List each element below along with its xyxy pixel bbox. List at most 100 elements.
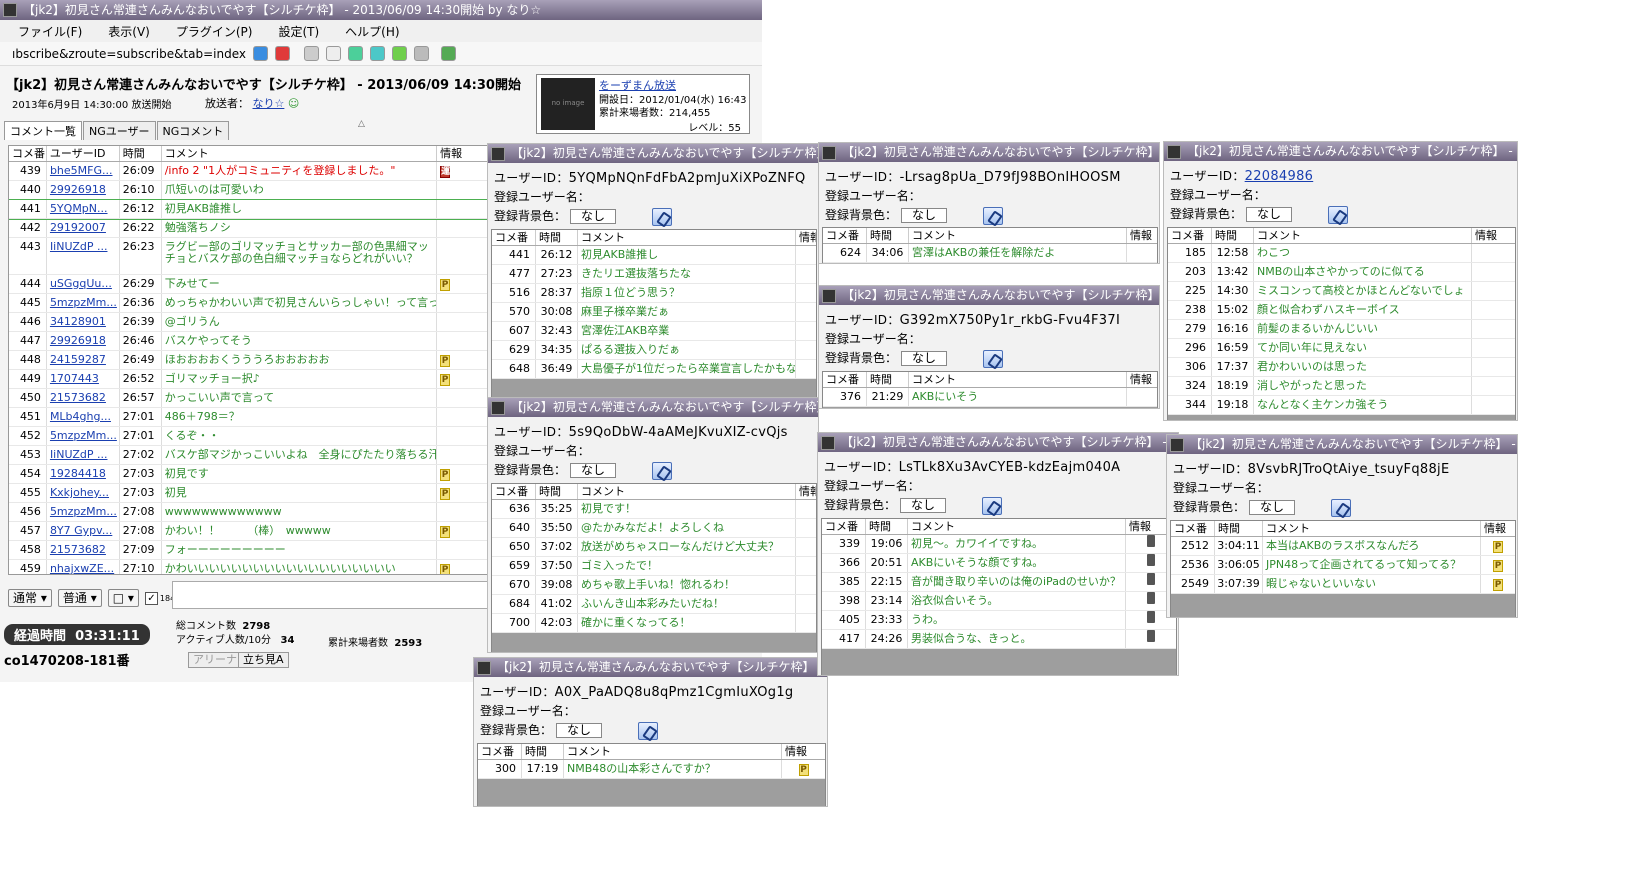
ok-icon[interactable] [392,46,407,61]
table-row[interactable]: 457 8Y7 Gypv... 27:08 かわい！！ （棒） wwwww P [9,522,487,541]
col-time[interactable]: 時間 [866,519,908,534]
user-id-link[interactable]: 5YQMpN... [50,202,108,215]
menu-help[interactable]: ヘルプ(H) [345,23,399,40]
user-id-link[interactable]: IiNUZdP ... [50,448,108,461]
col-info[interactable]: 情報 [1127,372,1157,387]
table-row[interactable]: 516 28:37 指原１位どう思う？ [492,284,816,303]
col-comment[interactable]: コメント [578,230,796,245]
bg-select[interactable]: なし [570,463,617,478]
table-row[interactable]: 2512 3:04:11 本当はAKBのラスボスなんだろ P [1171,537,1515,556]
tab-ng-comments[interactable]: NGコメント [156,121,230,140]
col-info[interactable]: 情報 [1481,521,1515,536]
table-row[interactable]: 405 23:33 うわ。 [822,611,1176,630]
table-row[interactable]: 296 16:59 てか同い年に見えない [1168,339,1515,358]
menu-plugin[interactable]: プラグイン(P) [176,23,253,40]
user-id-link[interactable]: 29926918 [50,334,106,347]
table-row[interactable]: 306 17:37 君かわいいのは思った [1168,358,1515,377]
row-user-id[interactable]: 29926918 [47,181,120,199]
wrench-icon[interactable] [983,206,1004,225]
col-no[interactable]: コメ番 [478,744,522,759]
standing-button[interactable]: 立ち見A [238,652,289,668]
table-row[interactable]: 376 21:29 AKBにいそう [823,388,1157,407]
menu-settings[interactable]: 設定(T) [278,23,319,40]
table-row[interactable]: 185 12:58 わこつ [1168,244,1515,263]
table-row[interactable]: 398 23:14 浴衣似合いそう。 [822,592,1176,611]
bg-select[interactable]: なし [570,209,617,224]
table-row[interactable]: 670 39:08 めちゃ歌上手いね！惚れるわ！ [492,576,816,595]
col-no[interactable]: コメ番 [1171,521,1215,536]
table-row[interactable]: 225 14:30 ミスコンって高校とかほとんどないでしょ [1168,282,1515,301]
col-time[interactable]: 時間 [120,146,162,161]
table-row[interactable]: 440 29926918 26:10 爪短いのは可愛いわ [9,181,487,200]
table-row[interactable]: 203 13:42 NMBの山本さやかってのに似てる [1168,263,1515,282]
row-user-id[interactable]: 5mzpzMm... [47,503,120,521]
table-row[interactable]: 442 29192007 26:22 勉強落ちノシ [9,219,487,238]
bg-select[interactable]: なし [556,723,603,738]
col-time[interactable]: 時間 [536,484,578,499]
tab-ng-users[interactable]: NGユーザー [83,121,156,140]
row-user-id[interactable]: 5YQMpN... [47,200,120,218]
col-info[interactable]: 情報 [437,146,487,161]
bg-select[interactable]: なし [901,351,948,366]
table-row[interactable]: 607 32:43 宮澤佐江AKB卒業 [492,322,816,341]
user-id-link[interactable]: MLb4ghg... [50,410,111,423]
col-comment[interactable]: コメント [908,519,1126,534]
table-row[interactable]: 344 19:18 なんとなく主ケンカ強そう [1168,396,1515,415]
col-info[interactable]: 情報 [796,230,816,245]
arena-button[interactable]: アリーナ [188,652,242,668]
user-id-link[interactable]: 21573682 [50,391,106,404]
bg-select[interactable]: なし [1246,207,1293,222]
table-row[interactable]: 650 37:02 放送がめちゃスローなんだけど大丈夫？ [492,538,816,557]
row-user-id[interactable]: MLb4ghg... [47,408,120,426]
user-id-link[interactable]: 34128901 [50,315,106,328]
mail-icon[interactable] [326,46,341,61]
col-comment[interactable]: コメント [909,372,1127,387]
menu-view[interactable]: 表示(V) [108,23,150,40]
tab-comments[interactable]: コメント一覧 [4,121,82,140]
table-row[interactable]: 700 42:03 確かに重くなってる！ [492,614,816,633]
table-row[interactable]: 684 41:02 ふいんき山本彩みたいだね！ [492,595,816,614]
user-id-link[interactable]: Kxkjohey... [50,486,109,499]
table-row[interactable]: 640 35:50 @たかみなだよ！よろしくね [492,519,816,538]
row-user-id[interactable]: 5mzpzMm... [47,294,120,312]
col-no[interactable]: コメ番 [492,230,536,245]
user-id-link[interactable]: bhe5MFG... [50,164,113,177]
col-comment[interactable]: コメント [564,744,782,759]
row-user-id[interactable]: IiNUZdP ... [47,446,120,464]
user-id-link[interactable]: uSGgqUu... [50,277,112,290]
user-id-link[interactable]: 29192007 [50,221,106,234]
user-id-value[interactable]: 22084986 [1245,169,1314,184]
download-icon[interactable] [348,46,363,61]
table-row[interactable]: 477 27:23 きたリエ選抜落ちたな [492,265,816,284]
col-no[interactable]: コメ番 [9,146,47,161]
table-row[interactable]: 456 5mzpzMm... 27:08 wwwwwwwwwwwww [9,503,487,522]
table-row[interactable]: 339 19:06 初見～。カワイイですね。 [822,535,1176,554]
table-row[interactable]: 451 MLb4ghg... 27:01 486＋798＝？ [9,408,487,427]
user-id-link[interactable]: IiNUZdP ... [50,240,108,253]
user-id-link[interactable]: 19284418 [50,467,106,480]
user-id-link[interactable]: 29926918 [50,183,106,196]
camera-icon[interactable] [304,46,319,61]
col-time[interactable]: 時間 [536,230,578,245]
table-row[interactable]: 454 19284418 27:03 初見です P [9,465,487,484]
col-no[interactable]: コメ番 [823,372,867,387]
col-info[interactable]: 情報 [782,744,825,759]
go-icon[interactable] [253,46,268,61]
bg-select[interactable]: なし [901,208,948,223]
table-row[interactable]: 324 18:19 消しやがったと思った [1168,377,1515,396]
table-row[interactable]: 648 36:49 大島優子が1位だったら卒業宣言したかもな？ [492,360,816,379]
table-row[interactable]: 449 1707443 26:52 ゴリマッチョー択♪ P [9,370,487,389]
col-time[interactable]: 時間 [867,372,909,387]
table-row[interactable]: 570 30:08 麻里子様卒業だぁ [492,303,816,322]
table-row[interactable]: 659 37:50 ゴミ入ったで！ [492,557,816,576]
user-id-link[interactable]: 21573682 [50,543,106,556]
col-no[interactable]: コメ番 [492,484,536,499]
settings-icon[interactable] [414,46,429,61]
row-user-id[interactable]: 29192007 [47,219,120,237]
col-comment[interactable]: コメント [1263,521,1481,536]
row-user-id[interactable]: 5mzpzMm... [47,427,120,445]
table-row[interactable]: 366 20:51 AKBにいそうな顔ですね。 [822,554,1176,573]
table-row[interactable]: 629 34:35 ぱるる選抜入りだぁ [492,341,816,360]
table-row[interactable]: 238 15:02 顔と似合わずハスキーボイス [1168,301,1515,320]
table-row[interactable]: 450 21573682 26:57 かっこいい声で言って [9,389,487,408]
